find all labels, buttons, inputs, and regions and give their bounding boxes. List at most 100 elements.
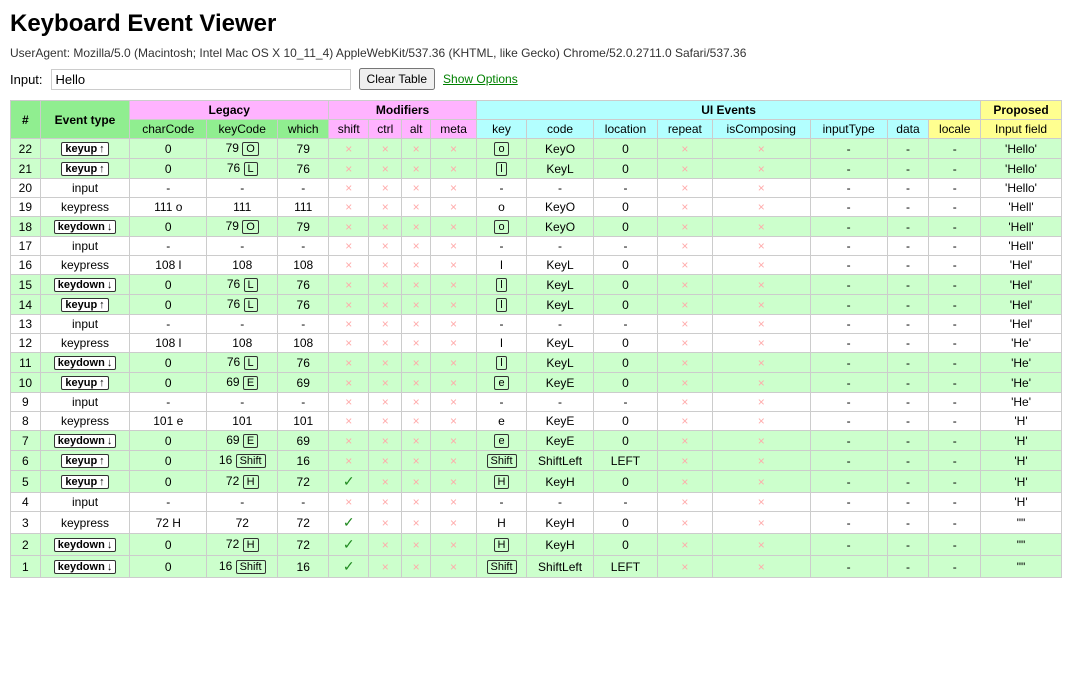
table-cell: × [712, 373, 810, 393]
table-cell: × [369, 159, 402, 179]
table-cell: 'Hel' [981, 315, 1062, 334]
table-cell: - [929, 512, 981, 534]
table-cell: "" [981, 534, 1062, 556]
table-cell: × [657, 353, 712, 373]
table-cell: 0 [130, 353, 207, 373]
cross-icon: × [450, 258, 457, 272]
cross-icon: × [413, 356, 420, 370]
table-cell: - [810, 451, 887, 471]
table-cell: keyup ↑ [40, 471, 130, 493]
table-cell: × [431, 412, 477, 431]
table-cell: 69 E [207, 431, 278, 451]
col-code: code [527, 120, 594, 139]
table-cell: LEFT [594, 556, 658, 578]
table-cell: keydown ↓ [40, 431, 130, 451]
table-cell: 101 e [130, 412, 207, 431]
table-cell: - [594, 237, 658, 256]
table-cell: - [810, 275, 887, 295]
table-cell: - [594, 315, 658, 334]
table-cell: × [712, 179, 810, 198]
table-cell: × [402, 512, 431, 534]
table-cell: × [329, 159, 369, 179]
input-field-value: 'H' [1014, 475, 1027, 489]
col-location: location [594, 120, 658, 139]
input-field-value: 'H' [1014, 454, 1027, 468]
table-cell: - [810, 315, 887, 334]
table-cell: l [477, 295, 527, 315]
table-cell: 76 [278, 295, 329, 315]
table-cell: 11 [11, 353, 41, 373]
table-cell: keypress [40, 334, 130, 353]
table-cell: - [477, 179, 527, 198]
table-cell: 76 [278, 275, 329, 295]
table-cell: 0 [130, 295, 207, 315]
table-cell: 108 [278, 256, 329, 275]
table-cell: 0 [130, 217, 207, 237]
table-cell: 0 [594, 256, 658, 275]
table-cell: keyup ↑ [40, 159, 130, 179]
cross-icon: × [382, 538, 389, 552]
table-cell: - [929, 179, 981, 198]
table-cell: × [402, 237, 431, 256]
keyup-badge: keyup ↑ [61, 376, 108, 390]
col-meta: meta [431, 120, 477, 139]
key-badge: l [496, 278, 506, 292]
cross-icon: × [345, 336, 352, 350]
table-cell: - [810, 179, 887, 198]
table-cell: × [369, 139, 402, 159]
repeat-cross: × [681, 538, 688, 552]
repeat-cross: × [681, 434, 688, 448]
keycode-badge: L [244, 162, 258, 176]
input-field-value: 'Hel' [1010, 278, 1033, 292]
col-eventtype: Event type [40, 101, 130, 139]
show-options-link[interactable]: Show Options [443, 72, 518, 86]
table-cell: × [402, 217, 431, 237]
table-cell: 108 [207, 256, 278, 275]
table-cell: 79 [278, 139, 329, 159]
table-cell: Shift [477, 451, 527, 471]
cross-icon: × [450, 495, 457, 509]
keydown-badge: keydown ↓ [54, 538, 117, 552]
table-cell: × [369, 256, 402, 275]
cross-icon: × [413, 162, 420, 176]
table-cell: - [887, 139, 929, 159]
keycode-badge: E [243, 376, 258, 390]
iscomposing-cross: × [758, 162, 765, 176]
repeat-cross: × [681, 495, 688, 509]
table-cell: 1 [11, 556, 41, 578]
keycode-badge: E [243, 434, 258, 448]
cross-icon: × [382, 162, 389, 176]
clear-table-button[interactable]: Clear Table [359, 68, 435, 90]
table-cell: KeyE [527, 373, 594, 393]
table-cell: - [477, 237, 527, 256]
table-cell: 0 [130, 451, 207, 471]
table-cell: - [887, 373, 929, 393]
key-badge: Shift [487, 560, 517, 574]
table-cell: - [929, 431, 981, 451]
table-cell: 12 [11, 334, 41, 353]
table-cell: × [329, 179, 369, 198]
table-cell: × [657, 471, 712, 493]
repeat-cross: × [681, 239, 688, 253]
table-cell: × [402, 198, 431, 217]
table-cell: × [402, 471, 431, 493]
repeat-cross: × [681, 454, 688, 468]
cross-icon: × [413, 414, 420, 428]
table-cell: × [329, 217, 369, 237]
table-cell: LEFT [594, 451, 658, 471]
table-cell: × [431, 451, 477, 471]
table-cell: × [712, 315, 810, 334]
keyboard-input[interactable] [51, 69, 351, 90]
cross-icon: × [450, 239, 457, 253]
table-cell: - [887, 217, 929, 237]
keycode-badge: H [243, 475, 259, 489]
table-cell: - [929, 295, 981, 315]
table-cell: H [477, 471, 527, 493]
cross-icon: × [382, 336, 389, 350]
keycode-badge: Shift [236, 560, 266, 574]
table-cell: KeyL [527, 353, 594, 373]
table-cell: keyup ↑ [40, 373, 130, 393]
cross-icon: × [450, 395, 457, 409]
table-cell: - [527, 393, 594, 412]
table-cell: × [329, 275, 369, 295]
